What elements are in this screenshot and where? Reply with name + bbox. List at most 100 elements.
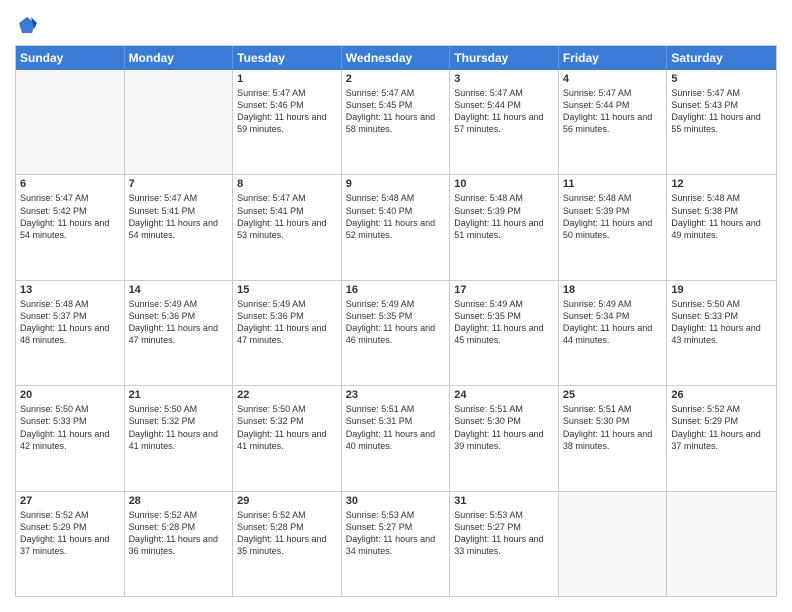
day-number: 6	[20, 178, 120, 190]
day-header-wednesday: Wednesday	[342, 46, 451, 70]
calendar-week-5: 27 Sunrise: 5:52 AMSunset: 5:29 PMDayligh…	[16, 491, 776, 596]
cell-info: Sunrise: 5:50 AMSunset: 5:32 PMDaylight:…	[237, 403, 337, 452]
day-number: 2	[346, 73, 446, 85]
calendar-cell: 29 Sunrise: 5:52 AMSunset: 5:28 PMDayligh…	[233, 492, 342, 596]
day-number: 21	[129, 389, 229, 401]
calendar-cell	[16, 70, 125, 174]
cell-info: Sunrise: 5:50 AMSunset: 5:32 PMDaylight:…	[129, 403, 229, 452]
day-number: 27	[20, 495, 120, 507]
day-number: 5	[671, 73, 772, 85]
day-number: 17	[454, 284, 554, 296]
day-number: 9	[346, 178, 446, 190]
calendar-week-3: 13Sunrise: 5:48 AMSunset: 5:37 PMDayligh…	[16, 280, 776, 385]
day-number: 1	[237, 73, 337, 85]
cell-info: Sunrise: 5:52 AMSunset: 5:29 PMDaylight:…	[671, 403, 772, 452]
cell-info: Sunrise: 5:47 AMSunset: 5:42 PMDaylight:…	[20, 192, 120, 241]
calendar-cell	[667, 492, 776, 596]
cell-info: Sunrise: 5:53 AMSunset: 5:27 PMDaylight:…	[454, 509, 554, 558]
calendar-cell: 20Sunrise: 5:50 AMSunset: 5:33 PMDayligh…	[16, 386, 125, 490]
page: SundayMondayTuesdayWednesdayThursdayFrid…	[0, 0, 792, 612]
day-number: 14	[129, 284, 229, 296]
cell-info: Sunrise: 5:49 AMSunset: 5:34 PMDaylight:…	[563, 298, 663, 347]
calendar-cell: 30 Sunrise: 5:53 AMSunset: 5:27 PMDayligh…	[342, 492, 451, 596]
day-number: 10	[454, 178, 554, 190]
calendar-week-4: 20Sunrise: 5:50 AMSunset: 5:33 PMDayligh…	[16, 385, 776, 490]
cell-info: Sunrise: 5:49 AMSunset: 5:36 PMDaylight:…	[129, 298, 229, 347]
calendar-cell: 28 Sunrise: 5:52 AMSunset: 5:28 PMDayligh…	[125, 492, 234, 596]
calendar-cell: 15 Sunrise: 5:49 AMSunset: 5:36 PMDayligh…	[233, 281, 342, 385]
calendar-cell: 9 Sunrise: 5:48 AMSunset: 5:40 PMDaylight…	[342, 175, 451, 279]
day-number: 8	[237, 178, 337, 190]
day-number: 30	[346, 495, 446, 507]
day-number: 28	[129, 495, 229, 507]
day-number: 20	[20, 389, 120, 401]
day-number: 18	[563, 284, 663, 296]
calendar-cell: 16 Sunrise: 5:49 AMSunset: 5:35 PMDayligh…	[342, 281, 451, 385]
day-number: 22	[237, 389, 337, 401]
day-number: 29	[237, 495, 337, 507]
calendar-cell: 23Sunrise: 5:51 AMSunset: 5:31 PMDayligh…	[342, 386, 451, 490]
cell-info: Sunrise: 5:52 AMSunset: 5:28 PMDaylight:…	[237, 509, 337, 558]
logo-icon	[17, 15, 37, 35]
calendar-cell: 6 Sunrise: 5:47 AMSunset: 5:42 PMDaylight…	[16, 175, 125, 279]
calendar-cell: 27 Sunrise: 5:52 AMSunset: 5:29 PMDayligh…	[16, 492, 125, 596]
calendar-cell: 7 Sunrise: 5:47 AMSunset: 5:41 PMDaylight…	[125, 175, 234, 279]
day-number: 25	[563, 389, 663, 401]
day-number: 3	[454, 73, 554, 85]
cell-info: Sunrise: 5:47 AMSunset: 5:43 PMDaylight:…	[671, 87, 772, 136]
cell-info: Sunrise: 5:47 AMSunset: 5:44 PMDaylight:…	[454, 87, 554, 136]
calendar-header: SundayMondayTuesdayWednesdayThursdayFrid…	[16, 46, 776, 70]
day-number: 11	[563, 178, 663, 190]
day-header-thursday: Thursday	[450, 46, 559, 70]
calendar-cell: 22 Sunrise: 5:50 AMSunset: 5:32 PMDayligh…	[233, 386, 342, 490]
cell-info: Sunrise: 5:51 AMSunset: 5:30 PMDaylight:…	[563, 403, 663, 452]
cell-info: Sunrise: 5:47 AMSunset: 5:41 PMDaylight:…	[237, 192, 337, 241]
cell-info: Sunrise: 5:49 AMSunset: 5:35 PMDaylight:…	[346, 298, 446, 347]
calendar-cell	[559, 492, 668, 596]
calendar-cell: 5 Sunrise: 5:47 AMSunset: 5:43 PMDaylight…	[667, 70, 776, 174]
day-header-friday: Friday	[559, 46, 668, 70]
cell-info: Sunrise: 5:49 AMSunset: 5:36 PMDaylight:…	[237, 298, 337, 347]
day-number: 4	[563, 73, 663, 85]
day-number: 23	[346, 389, 446, 401]
calendar-cell: 2Sunrise: 5:47 AMSunset: 5:45 PMDaylight…	[342, 70, 451, 174]
calendar-cell	[125, 70, 234, 174]
cell-info: Sunrise: 5:52 AMSunset: 5:29 PMDaylight:…	[20, 509, 120, 558]
day-number: 24	[454, 389, 554, 401]
calendar-week-1: 1 Sunrise: 5:47 AMSunset: 5:46 PMDaylight…	[16, 70, 776, 174]
day-header-sunday: Sunday	[16, 46, 125, 70]
day-header-monday: Monday	[125, 46, 234, 70]
day-number: 26	[671, 389, 772, 401]
calendar: SundayMondayTuesdayWednesdayThursdayFrid…	[15, 45, 777, 597]
calendar-cell: 31Sunrise: 5:53 AMSunset: 5:27 PMDayligh…	[450, 492, 559, 596]
calendar-cell: 25 Sunrise: 5:51 AMSunset: 5:30 PMDayligh…	[559, 386, 668, 490]
cell-info: Sunrise: 5:47 AMSunset: 5:46 PMDaylight:…	[237, 87, 337, 136]
calendar-cell: 12Sunrise: 5:48 AMSunset: 5:38 PMDayligh…	[667, 175, 776, 279]
day-number: 7	[129, 178, 229, 190]
cell-info: Sunrise: 5:47 AMSunset: 5:44 PMDaylight:…	[563, 87, 663, 136]
cell-info: Sunrise: 5:50 AMSunset: 5:33 PMDaylight:…	[671, 298, 772, 347]
day-number: 19	[671, 284, 772, 296]
day-number: 16	[346, 284, 446, 296]
calendar-cell: 17Sunrise: 5:49 AMSunset: 5:35 PMDayligh…	[450, 281, 559, 385]
cell-info: Sunrise: 5:47 AMSunset: 5:41 PMDaylight:…	[129, 192, 229, 241]
calendar-cell: 14 Sunrise: 5:49 AMSunset: 5:36 PMDayligh…	[125, 281, 234, 385]
logo-text	[15, 15, 37, 35]
cell-info: Sunrise: 5:48 AMSunset: 5:39 PMDaylight:…	[563, 192, 663, 241]
calendar-cell: 24 Sunrise: 5:51 AMSunset: 5:30 PMDayligh…	[450, 386, 559, 490]
cell-info: Sunrise: 5:52 AMSunset: 5:28 PMDaylight:…	[129, 509, 229, 558]
calendar-cell: 8 Sunrise: 5:47 AMSunset: 5:41 PMDaylight…	[233, 175, 342, 279]
cell-info: Sunrise: 5:48 AMSunset: 5:40 PMDaylight:…	[346, 192, 446, 241]
calendar-cell: 13Sunrise: 5:48 AMSunset: 5:37 PMDayligh…	[16, 281, 125, 385]
day-number: 13	[20, 284, 120, 296]
day-number: 15	[237, 284, 337, 296]
calendar-cell: 4 Sunrise: 5:47 AMSunset: 5:44 PMDaylight…	[559, 70, 668, 174]
day-header-saturday: Saturday	[667, 46, 776, 70]
cell-info: Sunrise: 5:48 AMSunset: 5:39 PMDaylight:…	[454, 192, 554, 241]
cell-info: Sunrise: 5:53 AMSunset: 5:27 PMDaylight:…	[346, 509, 446, 558]
calendar-cell: 11 Sunrise: 5:48 AMSunset: 5:39 PMDayligh…	[559, 175, 668, 279]
cell-info: Sunrise: 5:51 AMSunset: 5:30 PMDaylight:…	[454, 403, 554, 452]
header	[15, 15, 777, 35]
calendar-week-2: 6 Sunrise: 5:47 AMSunset: 5:42 PMDaylight…	[16, 174, 776, 279]
calendar-cell: 1 Sunrise: 5:47 AMSunset: 5:46 PMDaylight…	[233, 70, 342, 174]
